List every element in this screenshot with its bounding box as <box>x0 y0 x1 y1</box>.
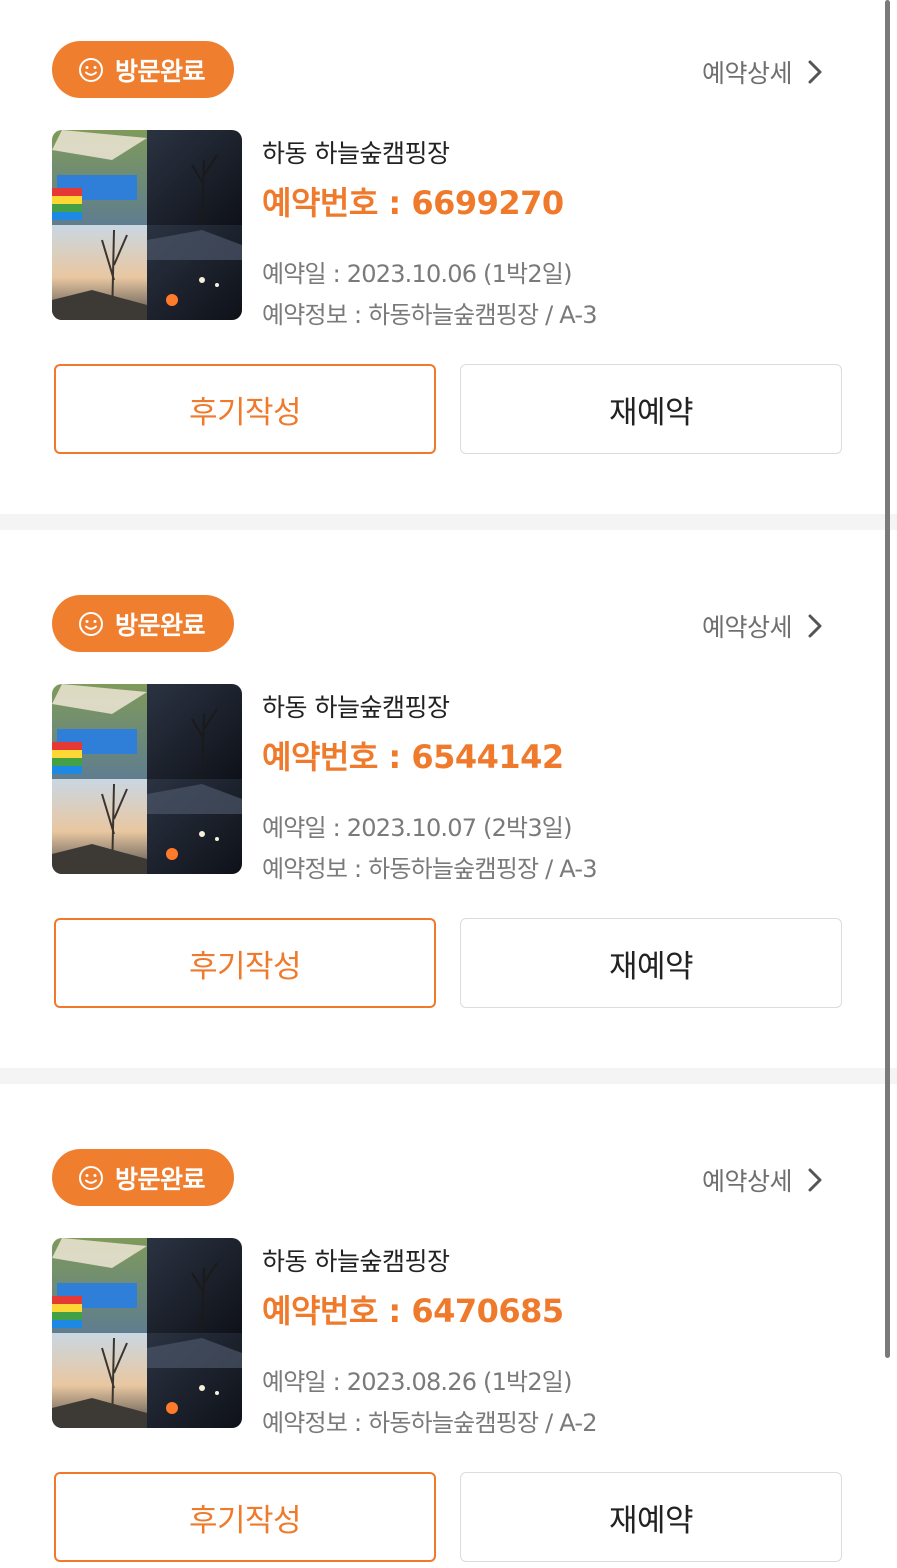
reservation-number: 예약번호 : 6544142 <box>262 738 564 776</box>
rebook-button[interactable]: 재예약 <box>460 918 842 1008</box>
write-review-button[interactable]: 후기작성 <box>54 918 436 1008</box>
rebook-button[interactable]: 재예약 <box>460 364 842 454</box>
rebook-button[interactable]: 재예약 <box>460 1472 842 1562</box>
smile-icon <box>79 1165 103 1190</box>
reservation-date: 예약일 : 2023.08.26 (1박2일) <box>262 1368 572 1396</box>
reservation-card: 방문완료 예약상세 <box>0 0 897 520</box>
section-divider <box>0 514 897 530</box>
campsite-thumbnail[interactable] <box>52 684 242 874</box>
chevron-right-icon <box>808 60 822 84</box>
smile-icon <box>79 57 103 82</box>
chevron-right-icon <box>808 1168 822 1192</box>
reservation-info: 예약정보 : 하동하늘숲캠핑장 / A-2 <box>262 1409 597 1437</box>
reservation-detail-link[interactable]: 예약상세 <box>702 1162 824 1198</box>
reservation-history-page: 방문완료 예약상세 하동 하늘숲캠핑장 예약번호: 6699270 예약일:… <box>0 0 897 1568</box>
reservation-number: 예약번호 : 6470685 <box>262 1292 564 1330</box>
chevron-right-icon <box>808 614 822 638</box>
status-badge: 방문완료 <box>52 595 234 652</box>
campsite-collage-image <box>52 1238 242 1428</box>
smile-icon <box>79 611 103 636</box>
reservation-number: 예약번호 : 6699270 <box>262 184 564 222</box>
reservation-detail-label: 예약상세 <box>702 1167 793 1196</box>
campsite-name: 하동 하늘숲캠핑장 <box>262 139 450 168</box>
write-review-button[interactable]: 후기작성 <box>54 1472 436 1562</box>
reservation-info: 예약정보 : 하동하늘숲캠핑장 / A-3 <box>262 301 597 329</box>
status-badge-label: 방문완료 <box>115 1164 206 1194</box>
campsite-collage-image <box>52 130 242 320</box>
status-badge-label: 방문완료 <box>115 56 206 86</box>
campsite-name: 하동 하늘숲캠핑장 <box>262 1247 450 1276</box>
status-badge: 방문완료 <box>52 41 234 98</box>
reservation-detail-label: 예약상세 <box>702 59 793 88</box>
campsite-thumbnail[interactable] <box>52 130 242 320</box>
reservation-card: 방문완료 예약상세 <box>0 554 897 1074</box>
status-badge: 방문완료 <box>52 1149 234 1206</box>
status-badge-label: 방문완료 <box>115 610 206 640</box>
campsite-name: 하동 하늘숲캠핑장 <box>262 693 450 722</box>
reservation-detail-label: 예약상세 <box>702 613 793 642</box>
reservation-date: 예약일 : 2023.10.06 (1박2일) <box>262 260 572 288</box>
reservation-card: 방문완료 예약상세 <box>0 1108 897 1568</box>
campsite-collage-image <box>52 684 242 874</box>
reservation-detail-link[interactable]: 예약상세 <box>702 54 824 90</box>
campsite-thumbnail[interactable] <box>52 1238 242 1428</box>
reservation-detail-link[interactable]: 예약상세 <box>702 608 824 644</box>
scrollbar[interactable] <box>885 0 890 1358</box>
section-divider <box>0 1068 897 1084</box>
reservation-info: 예약정보 : 하동하늘숲캠핑장 / A-3 <box>262 855 597 883</box>
reservation-date: 예약일 : 2023.10.07 (2박3일) <box>262 814 572 842</box>
write-review-button[interactable]: 후기작성 <box>54 364 436 454</box>
